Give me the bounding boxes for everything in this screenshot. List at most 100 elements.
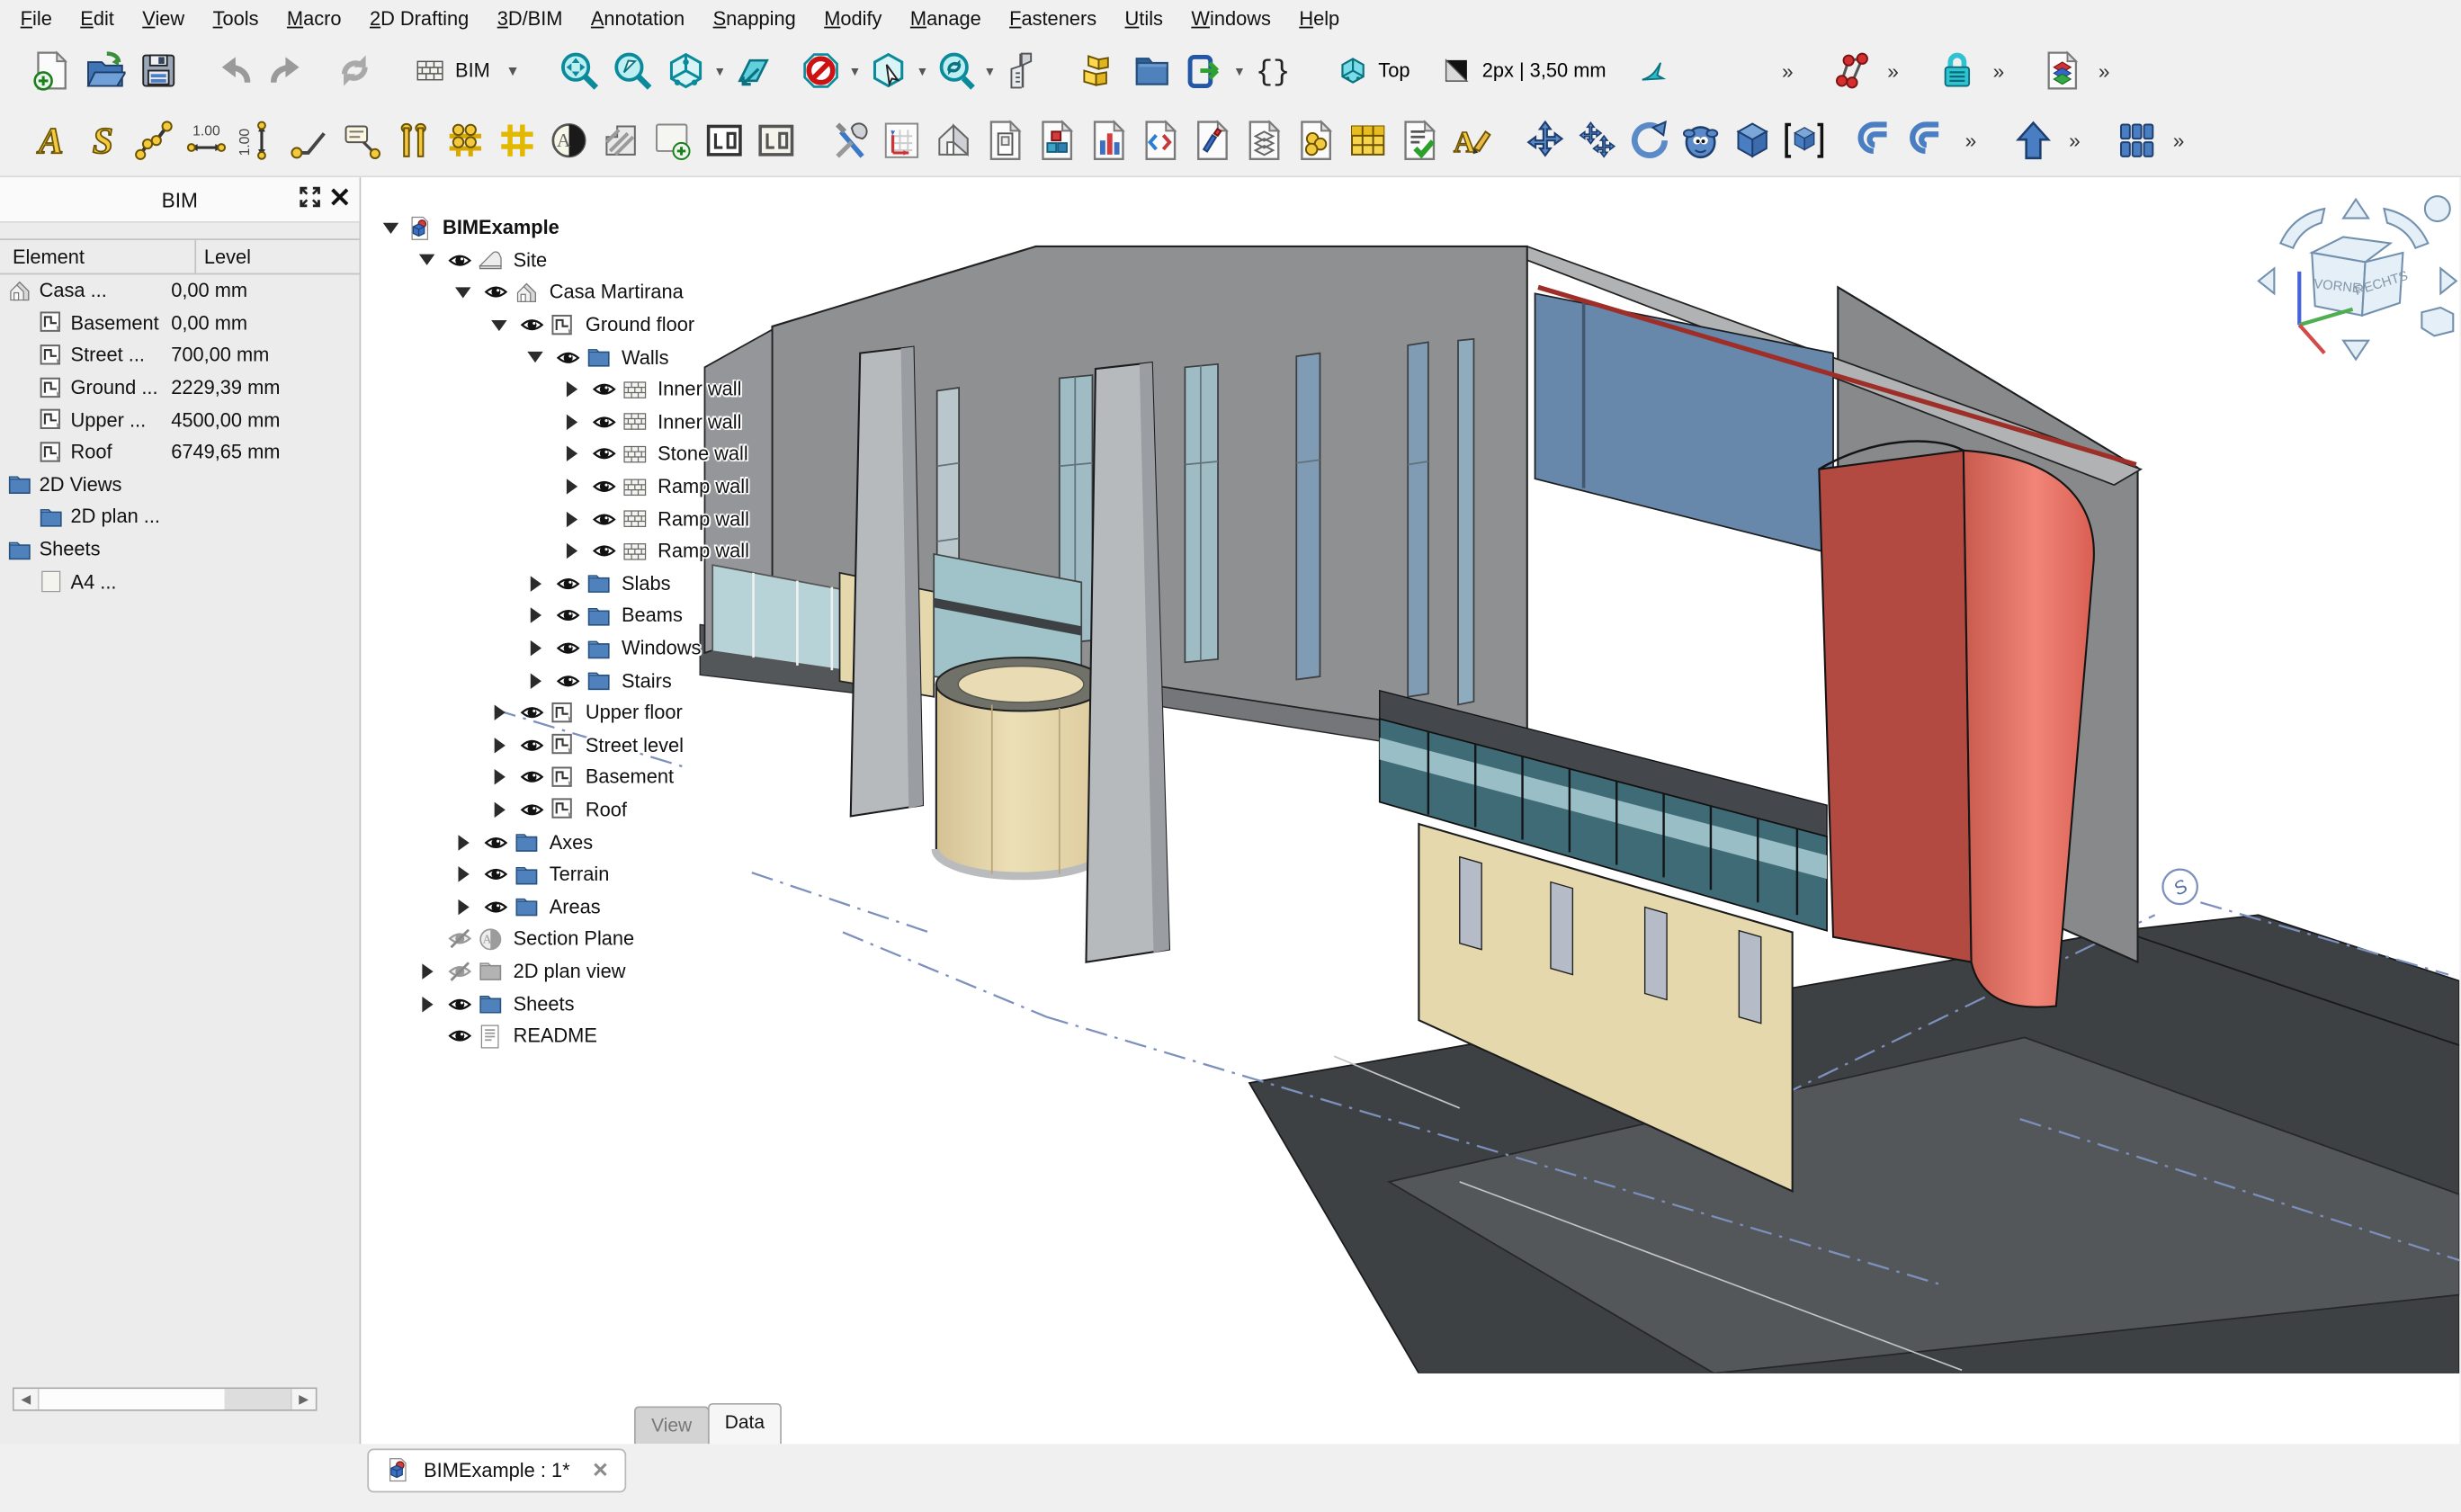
expander-icon[interactable]	[483, 765, 515, 790]
3d-viewport[interactable]: S	[361, 177, 2459, 1444]
preferences-button[interactable]	[824, 114, 876, 166]
bim-views-button[interactable]	[1125, 44, 1178, 97]
undo-button[interactable]	[207, 44, 260, 97]
tree-item-ground-floor[interactable]: Ground floor	[375, 309, 749, 341]
horizontal-dimension-button[interactable]: 1.00	[181, 114, 233, 166]
export-button[interactable]	[1179, 44, 1232, 97]
eye-hidden-icon[interactable]	[443, 926, 477, 952]
expander-icon[interactable]	[556, 506, 587, 532]
save-button[interactable]	[132, 44, 185, 97]
workbench-selector[interactable]: BIM▼	[403, 48, 531, 94]
eye-visible-icon[interactable]	[550, 344, 585, 370]
expander-icon[interactable]	[483, 701, 515, 726]
dropdown-arrow-icon[interactable]: ▼	[983, 38, 998, 103]
tree-item-ramp-wall[interactable]: Ramp wall	[375, 470, 749, 503]
tree-item-stairs[interactable]: Stairs	[375, 665, 749, 697]
toolbar-drag-handle[interactable]	[1991, 118, 2003, 162]
dropdown-arrow-icon[interactable]: ▼	[916, 38, 930, 103]
tree-item-bimexample[interactable]: BIMExample	[375, 212, 749, 245]
array-button[interactable]	[2112, 114, 2164, 166]
toolbar-drag-handle[interactable]	[535, 49, 548, 93]
expander-icon[interactable]	[556, 539, 587, 564]
panel-row-roof[interactable]: Roof6749,65 mm	[0, 436, 360, 469]
panel-row-upper-[interactable]: Upper ...4500,00 mm	[0, 404, 360, 436]
toolbar-drag-handle[interactable]	[2018, 49, 2031, 93]
toolbar-overflow-button[interactable]: »	[1983, 58, 2014, 82]
tree-item-2d-plan-view[interactable]: 2D plan view	[375, 955, 749, 988]
tree-item-axes[interactable]: Axes	[375, 826, 749, 858]
hatch-button[interactable]	[595, 114, 647, 166]
expander-icon[interactable]	[411, 991, 443, 1016]
layers-button[interactable]	[1239, 114, 1291, 166]
tab-view[interactable]: View	[634, 1406, 709, 1444]
tree-item-basement[interactable]: Basement	[375, 761, 749, 793]
toolbar-drag-handle[interactable]	[8, 118, 21, 162]
leader-button[interactable]	[284, 114, 336, 166]
proxy-button[interactable]	[647, 114, 699, 166]
expander-icon[interactable]	[411, 959, 443, 984]
expander-icon[interactable]	[447, 829, 479, 854]
toolbar-drag-handle[interactable]	[1502, 118, 1515, 162]
bim-project-button[interactable]	[1072, 44, 1125, 97]
menu-modify[interactable]: Modify	[810, 3, 897, 34]
tree-item-walls[interactable]: Walls	[375, 341, 749, 373]
section-plane-button[interactable]: A	[543, 114, 595, 166]
panel-row-2d-plan-[interactable]: 2D plan ...	[0, 501, 360, 533]
tree-item-beams[interactable]: Beams	[375, 600, 749, 632]
panel-row-casa-[interactable]: Casa ...0,00 mm	[0, 274, 360, 307]
simple-copy-button[interactable]	[1726, 114, 1778, 166]
tree-item-site[interactable]: Site	[375, 244, 749, 276]
eye-visible-icon[interactable]	[587, 506, 622, 532]
expander-icon[interactable]	[556, 442, 587, 467]
menu-snapping[interactable]: Snapping	[699, 3, 810, 34]
eye-visible-icon[interactable]	[515, 765, 549, 790]
expander-icon[interactable]	[411, 1024, 443, 1049]
expressions-button[interactable]: {}	[1247, 44, 1300, 97]
doors-windows-button[interactable]	[980, 114, 1032, 166]
toolbar-overflow-button[interactable]: »	[2060, 128, 2090, 151]
ifc-elements-button[interactable]	[1135, 114, 1187, 166]
eye-visible-icon[interactable]	[515, 733, 549, 758]
tree-item-windows[interactable]: Windows	[375, 632, 749, 665]
panel-float-icon[interactable]	[299, 185, 322, 209]
copy-button[interactable]	[1571, 114, 1624, 166]
expander-icon[interactable]	[556, 409, 587, 434]
panel-row-sheets[interactable]: Sheets	[0, 533, 360, 566]
std-views-button[interactable]	[2036, 44, 2089, 97]
column-level[interactable]: Level	[196, 246, 251, 267]
dependency-graph-button[interactable]	[1825, 44, 1878, 97]
top-view-button[interactable]: Top	[1321, 47, 1425, 94]
refresh-button[interactable]	[328, 44, 381, 97]
expander-icon[interactable]	[447, 862, 479, 887]
toolbar-overflow-button[interactable]: »	[2089, 58, 2119, 82]
eye-visible-icon[interactable]	[443, 1024, 477, 1049]
expander-icon[interactable]	[520, 604, 551, 629]
eye-visible-icon[interactable]	[515, 701, 549, 726]
tree-item-stone-wall[interactable]: Stone wall	[375, 438, 749, 470]
tree-item-ramp-wall[interactable]: Ramp wall	[375, 535, 749, 568]
eye-visible-icon[interactable]	[587, 474, 622, 499]
annotation-styles-button[interactable]: A	[1445, 114, 1498, 166]
eye-visible-icon[interactable]	[443, 991, 477, 1016]
menu-fasteners[interactable]: Fasteners	[995, 3, 1110, 34]
text-button[interactable]: A	[25, 114, 77, 166]
eye-visible-icon[interactable]	[515, 312, 549, 337]
techdraw-view-button[interactable]	[750, 114, 802, 166]
expander-icon[interactable]	[483, 733, 515, 758]
dropdown-arrow-icon[interactable]: ▼	[848, 38, 863, 103]
tree-item-upper-floor[interactable]: Upper floor	[375, 697, 749, 729]
clone-button[interactable]	[1675, 114, 1727, 166]
grid-button[interactable]	[491, 114, 543, 166]
measure-button[interactable]	[997, 44, 1050, 97]
panel-close-icon[interactable]	[328, 185, 352, 209]
box-selection-button[interactable]	[862, 44, 915, 97]
scroll-right-icon[interactable]: ▶	[291, 1389, 316, 1409]
menu-macro[interactable]: Macro	[273, 3, 355, 34]
expander-icon[interactable]	[520, 344, 551, 370]
tree-item-inner-wall[interactable]: Inner wall	[375, 373, 749, 406]
expander-icon[interactable]	[447, 894, 479, 919]
toolbar-drag-handle[interactable]	[8, 49, 21, 93]
expander-icon[interactable]	[411, 248, 443, 273]
menu-edit[interactable]: Edit	[67, 3, 129, 34]
toolbar-overflow-button[interactable]: »	[1878, 58, 1909, 82]
